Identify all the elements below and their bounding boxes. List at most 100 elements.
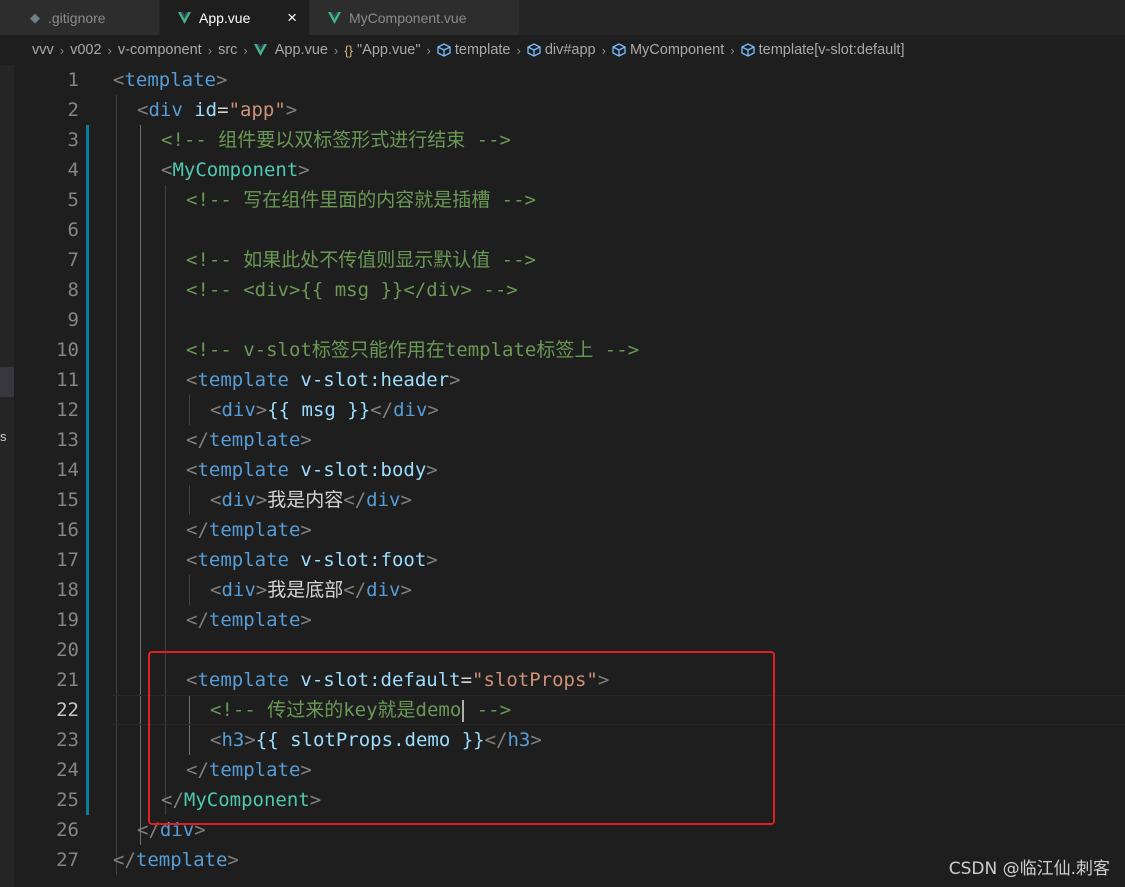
vue-icon — [328, 11, 341, 24]
line-number: 7 — [67, 249, 79, 271]
code-line[interactable]: 14 <template v-slot:body> — [0, 455, 1125, 485]
chevron-right-icon: › — [426, 42, 431, 58]
line-number: 2 — [67, 99, 79, 121]
code-line[interactable]: 12 <div>{{ msg }}</div> — [0, 395, 1125, 425]
line-number: 9 — [67, 309, 79, 331]
code-editor[interactable]: s 1 <template> 2 <div id="app"> 3 <!-- 组… — [0, 65, 1125, 887]
line-number: 20 — [56, 639, 79, 661]
code-line[interactable]: 10 <!-- v-slot标签只能作用在template标签上 --> — [0, 335, 1125, 365]
code-text: <template v-slot:body> — [186, 459, 438, 481]
code-text: <div>我是底部</div> — [210, 579, 412, 601]
chevron-right-icon: › — [59, 42, 65, 58]
braces-icon: {} — [344, 42, 353, 58]
breadcrumb-label: MyComponent — [629, 42, 725, 58]
line-number: 24 — [56, 759, 79, 781]
code-comment: <!-- <div>{{ msg }}</div> --> — [186, 279, 518, 301]
breadcrumb-label: template[v-slot:default] — [758, 42, 905, 58]
code-comment: <!-- 写在组件里面的内容就是插槽 --> — [186, 189, 536, 211]
line-number: 17 — [56, 549, 79, 571]
line-number: 1 — [67, 69, 79, 91]
tab-label: MyComponent.vue — [349, 9, 467, 26]
watermark: CSDN @临江仙.刺客 — [948, 859, 1110, 879]
chevron-right-icon: › — [207, 42, 213, 58]
breadcrumb-item-src[interactable]: src — [218, 42, 237, 58]
breadcrumb-label: "App.vue" — [357, 42, 421, 58]
code-line[interactable]: 2 <div id="app"> — [0, 95, 1125, 125]
cube-icon — [527, 43, 541, 57]
breadcrumb-label: App.vue — [274, 42, 328, 58]
code-line[interactable]: 6 — [0, 215, 1125, 245]
line-number: 26 — [56, 819, 79, 841]
tab-app-vue[interactable]: App.vue × — [160, 0, 310, 35]
code-line[interactable]: 5 <!-- 写在组件里面的内容就是插槽 --> — [0, 185, 1125, 215]
chevron-right-icon: › — [601, 42, 606, 58]
code-line[interactable]: 9 — [0, 305, 1125, 335]
breadcrumb-item-div-app[interactable]: div#app — [527, 42, 596, 58]
chevron-right-icon: › — [333, 42, 339, 58]
code-line[interactable]: 7 <!-- 如果此处不传值则显示默认值 --> — [0, 245, 1125, 275]
breadcrumb-item-v-component[interactable]: v-component — [118, 42, 202, 58]
line-number: 21 — [56, 669, 79, 691]
git-file-icon: ◆ — [30, 9, 40, 25]
breadcrumb-item-mycomponent[interactable]: MyComponent — [612, 42, 724, 58]
code-line[interactable]: 15 <div>我是内容</div> — [0, 485, 1125, 515]
code-line[interactable]: 18 <div>我是底部</div> — [0, 575, 1125, 605]
line-number: 11 — [56, 369, 79, 391]
tab-label: .gitignore — [48, 9, 106, 26]
code-line[interactable]: 13 </template> — [0, 425, 1125, 455]
cube-icon — [740, 43, 755, 57]
code-text: <div>{{ msg }}</div> — [210, 399, 439, 421]
code-comment: <!-- 如果此处不传值则显示默认值 --> — [186, 249, 536, 271]
line-number: 22 — [56, 699, 79, 721]
chevron-right-icon: › — [107, 42, 112, 58]
line-number: 6 — [67, 219, 79, 241]
breadcrumb-item-template-default[interactable]: template[v-slot:default] — [740, 42, 905, 58]
breadcrumb-item-template[interactable]: template — [437, 42, 510, 58]
annotation-highlight-box — [148, 651, 775, 825]
code-line[interactable]: 3 <!-- 组件要以双标签形式进行结束 --> — [0, 125, 1125, 155]
code-line[interactable]: 4 <MyComponent> — [0, 155, 1125, 185]
line-number: 23 — [56, 729, 79, 751]
tab-mycomponent-vue[interactable]: MyComponent.vue — [310, 0, 520, 35]
code-text: </template> — [186, 519, 312, 541]
code-text: <template v-slot:foot> — [186, 549, 438, 571]
cube-icon — [612, 43, 626, 57]
line-number: 12 — [56, 399, 79, 421]
close-tab-icon[interactable]: × — [287, 8, 297, 28]
code-line[interactable]: 16 </template> — [0, 515, 1125, 545]
line-number: 14 — [56, 459, 79, 481]
code-line[interactable]: 17 <template v-slot:foot> — [0, 545, 1125, 575]
editor-tab-bar: ◆ .gitignore App.vue × MyComponent.vue — [0, 0, 1125, 35]
line-number: 4 — [67, 159, 79, 181]
code-text: </template> — [113, 849, 239, 871]
vue-icon — [253, 44, 267, 56]
code-line[interactable]: 1 <template> — [0, 65, 1125, 95]
code-line[interactable]: 11 <template v-slot:header> — [0, 365, 1125, 395]
code-line[interactable]: 8 <!-- <div>{{ msg }}</div> --> — [0, 275, 1125, 305]
breadcrumb: vvv › v002 › v-component › src › App.vue… — [0, 35, 1125, 65]
line-number: 27 — [56, 849, 79, 871]
line-number: 8 — [67, 279, 79, 301]
code-line[interactable]: 19 </template> — [0, 605, 1125, 635]
vue-icon — [178, 11, 191, 24]
tab-gitignore[interactable]: ◆ .gitignore — [0, 0, 160, 35]
chevron-right-icon: › — [730, 42, 735, 58]
code-text: <div id="app"> — [137, 99, 298, 121]
breadcrumb-item-v002[interactable]: v002 — [70, 42, 101, 58]
breadcrumb-label: div#app — [544, 42, 596, 58]
cube-icon — [437, 43, 451, 57]
code-text: </template> — [186, 429, 312, 451]
breadcrumb-item-vvv[interactable]: vvv — [32, 42, 54, 58]
line-number: 3 — [67, 129, 79, 151]
line-number: 13 — [56, 429, 79, 451]
breadcrumb-item-module[interactable]: {} "App.vue" — [344, 42, 420, 58]
tab-label: App.vue — [199, 9, 251, 26]
breadcrumb-item-app-vue[interactable]: App.vue — [253, 42, 328, 58]
code-text: <template> — [113, 69, 228, 91]
line-number: 25 — [56, 789, 79, 811]
code-text: <template v-slot:header> — [186, 369, 461, 391]
code-comment: <!-- v-slot标签只能作用在template标签上 --> — [186, 339, 640, 361]
code-text: <MyComponent> — [161, 159, 310, 181]
code-text: </template> — [186, 609, 312, 631]
line-number: 10 — [56, 339, 79, 361]
